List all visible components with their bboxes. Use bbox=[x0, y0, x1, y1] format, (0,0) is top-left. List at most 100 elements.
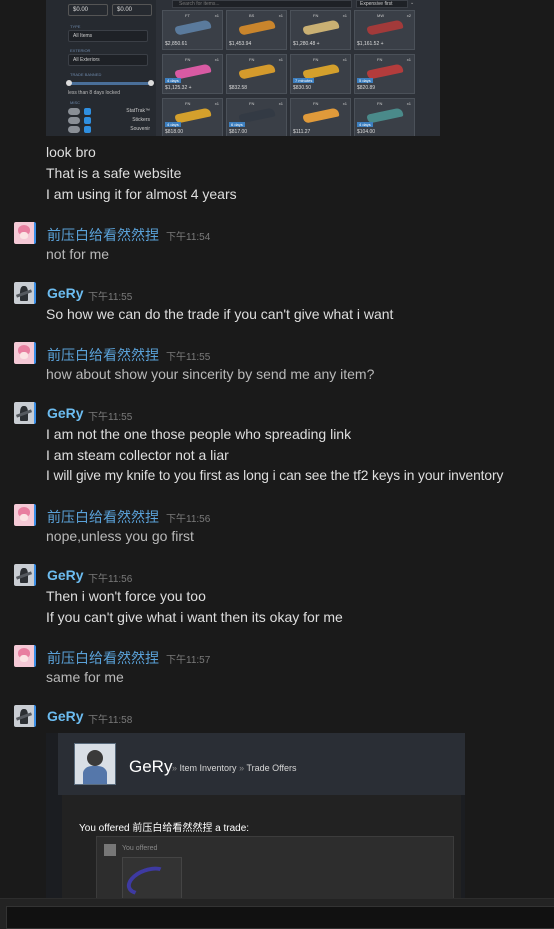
exterior-label: EXTERIOR bbox=[70, 48, 91, 53]
trade-lock-slider bbox=[66, 80, 154, 86]
sender-avatar[interactable] bbox=[14, 222, 36, 244]
sender-name[interactable]: GeRy bbox=[47, 567, 84, 583]
item-condition: BS bbox=[249, 13, 255, 18]
item-price: $818.00 bbox=[165, 129, 184, 135]
item-tag: 6 days bbox=[229, 122, 245, 127]
message-timestamp: 下午11:57 bbox=[166, 655, 211, 666]
item-condition: FN bbox=[313, 101, 319, 106]
exterior-select: All Exteriors bbox=[68, 54, 148, 66]
check-icon bbox=[84, 126, 91, 133]
item-quantity: x1 bbox=[406, 57, 411, 62]
you-offered-label: You offered bbox=[122, 845, 158, 852]
market-item-card: FN x1 4 days $104.00 bbox=[354, 98, 415, 136]
item-price: $1,161.52 + bbox=[357, 41, 384, 47]
sender-name[interactable]: 前压白给看然然捏 bbox=[47, 345, 159, 365]
message-timestamp: 下午11:56 bbox=[166, 514, 211, 525]
market-item-card: FN x1 6 days $817.00 bbox=[226, 98, 287, 136]
item-quantity: x1 bbox=[342, 101, 347, 106]
item-tag: 4 days bbox=[165, 78, 181, 83]
item-tag: 4 days bbox=[165, 122, 181, 127]
item-quantity: x1 bbox=[342, 57, 347, 62]
item-price: $111.27 bbox=[293, 129, 311, 135]
slider-knob-left bbox=[66, 80, 72, 86]
message-timestamp: 下午11:58 bbox=[88, 715, 133, 726]
type-select: All Items bbox=[68, 30, 148, 42]
message-text: not for me bbox=[46, 246, 110, 262]
message-text: If you can't give what i want then its o… bbox=[46, 609, 343, 625]
sort-chevron-icon: ⌄ bbox=[410, 0, 415, 6]
item-price: $820.89 bbox=[357, 85, 376, 91]
sender-avatar[interactable] bbox=[14, 282, 36, 304]
item-quantity: x1 bbox=[214, 13, 219, 18]
sender-name[interactable]: GeRy bbox=[47, 405, 84, 421]
profile-avatar bbox=[74, 743, 116, 785]
message-text: I will give my knife to you first as lon… bbox=[46, 468, 504, 483]
toggle-switch bbox=[68, 108, 80, 115]
check-icon bbox=[84, 117, 91, 124]
check-icon bbox=[84, 108, 91, 115]
market-item-card: FN x1 $111.27 bbox=[290, 98, 351, 136]
sender-name[interactable]: GeRy bbox=[47, 285, 84, 301]
breadcrumb-trade-offers: Trade Offers bbox=[246, 763, 297, 773]
item-quantity: x1 bbox=[214, 101, 219, 106]
item-tag: 4 days bbox=[357, 122, 373, 127]
market-sort-select: Expensive first bbox=[356, 0, 408, 8]
sender-avatar[interactable] bbox=[14, 705, 36, 727]
market-item-card: FN x1 4 days $818.00 bbox=[162, 98, 223, 136]
type-label: TYPE bbox=[70, 24, 81, 29]
sender-avatar[interactable] bbox=[14, 645, 36, 667]
toggle-row-souvenir: Souvenir bbox=[68, 126, 154, 134]
message-timestamp: 下午11:56 bbox=[88, 574, 133, 585]
message-timestamp: 下午11:55 bbox=[88, 412, 133, 423]
market-item-card: FN x1 4 days $1,125.32 + bbox=[162, 54, 223, 94]
item-price: $2,850.61 bbox=[165, 41, 188, 47]
toggle-switch bbox=[68, 117, 80, 124]
sender-name[interactable]: 前压白给看然然捏 bbox=[47, 507, 159, 527]
item-quantity: x1 bbox=[406, 101, 411, 106]
sender-name[interactable]: GeRy bbox=[47, 708, 84, 724]
item-price: $1,280.48 + bbox=[293, 41, 320, 47]
item-price: $817.00 bbox=[229, 129, 248, 135]
market-item-card: MW x2 $1,161.52 + bbox=[354, 10, 415, 50]
market-filter-sidebar: $0.00 $0.00 TYPE All Items EXTERIOR All … bbox=[46, 0, 156, 136]
item-tag: 7 minutes bbox=[293, 78, 315, 83]
weapon-icon bbox=[238, 63, 276, 80]
weapon-icon bbox=[238, 19, 276, 36]
message-text: nope,unless you go first bbox=[46, 528, 194, 544]
item-quantity: x1 bbox=[214, 57, 219, 62]
market-item-card: BS x1 $1,453.94 bbox=[226, 10, 287, 50]
message-text: look bro bbox=[46, 144, 96, 160]
mini-avatar bbox=[104, 844, 116, 856]
market-screenshot-image[interactable]: $0.00 $0.00 TYPE All Items EXTERIOR All … bbox=[46, 0, 440, 136]
sender-name[interactable]: 前压白给看然然捏 bbox=[47, 648, 159, 668]
trade-lock-note: less than 8 days locked bbox=[68, 90, 120, 96]
trade-offer-screenshot-image[interactable]: GeRy » Item Inventory » Trade Offers You… bbox=[46, 733, 465, 903]
message-text: I am using it for almost 4 years bbox=[46, 186, 237, 202]
item-quantity: x1 bbox=[278, 101, 283, 106]
item-quantity: x1 bbox=[278, 57, 283, 62]
sender-name[interactable]: 前压白给看然然捏 bbox=[47, 225, 159, 245]
toggle-switch bbox=[68, 126, 80, 133]
sender-avatar[interactable] bbox=[14, 342, 36, 364]
price-min-field: $0.00 bbox=[68, 4, 108, 16]
message-text: I am steam collector not a liar bbox=[46, 447, 229, 463]
misc-label: MISC bbox=[70, 100, 80, 105]
sender-avatar[interactable] bbox=[14, 402, 36, 424]
market-item-card: FN x1 7 minutes $830.50 bbox=[290, 54, 351, 94]
sender-avatar[interactable] bbox=[14, 504, 36, 526]
item-condition: FN bbox=[185, 57, 191, 62]
message-text: same for me bbox=[46, 669, 124, 685]
message-input[interactable] bbox=[6, 906, 554, 929]
message-text: I am not the one those people who spread… bbox=[46, 426, 352, 442]
item-condition: FN bbox=[313, 13, 319, 18]
trade-offer-text: You offered 前压白给看然然捏 a trade: bbox=[79, 823, 250, 834]
message-compose-bar bbox=[0, 898, 554, 929]
weapon-icon bbox=[302, 107, 340, 124]
item-price: $830.50 bbox=[293, 85, 312, 91]
breadcrumb-inventory: Item Inventory bbox=[179, 763, 237, 773]
market-item-card: FT x1 $2,850.61 bbox=[162, 10, 223, 50]
message-text: how about show your sincerity by send me… bbox=[46, 366, 375, 382]
sender-avatar[interactable] bbox=[14, 564, 36, 586]
item-condition: MW bbox=[377, 13, 385, 18]
price-max-field: $0.00 bbox=[112, 4, 152, 16]
